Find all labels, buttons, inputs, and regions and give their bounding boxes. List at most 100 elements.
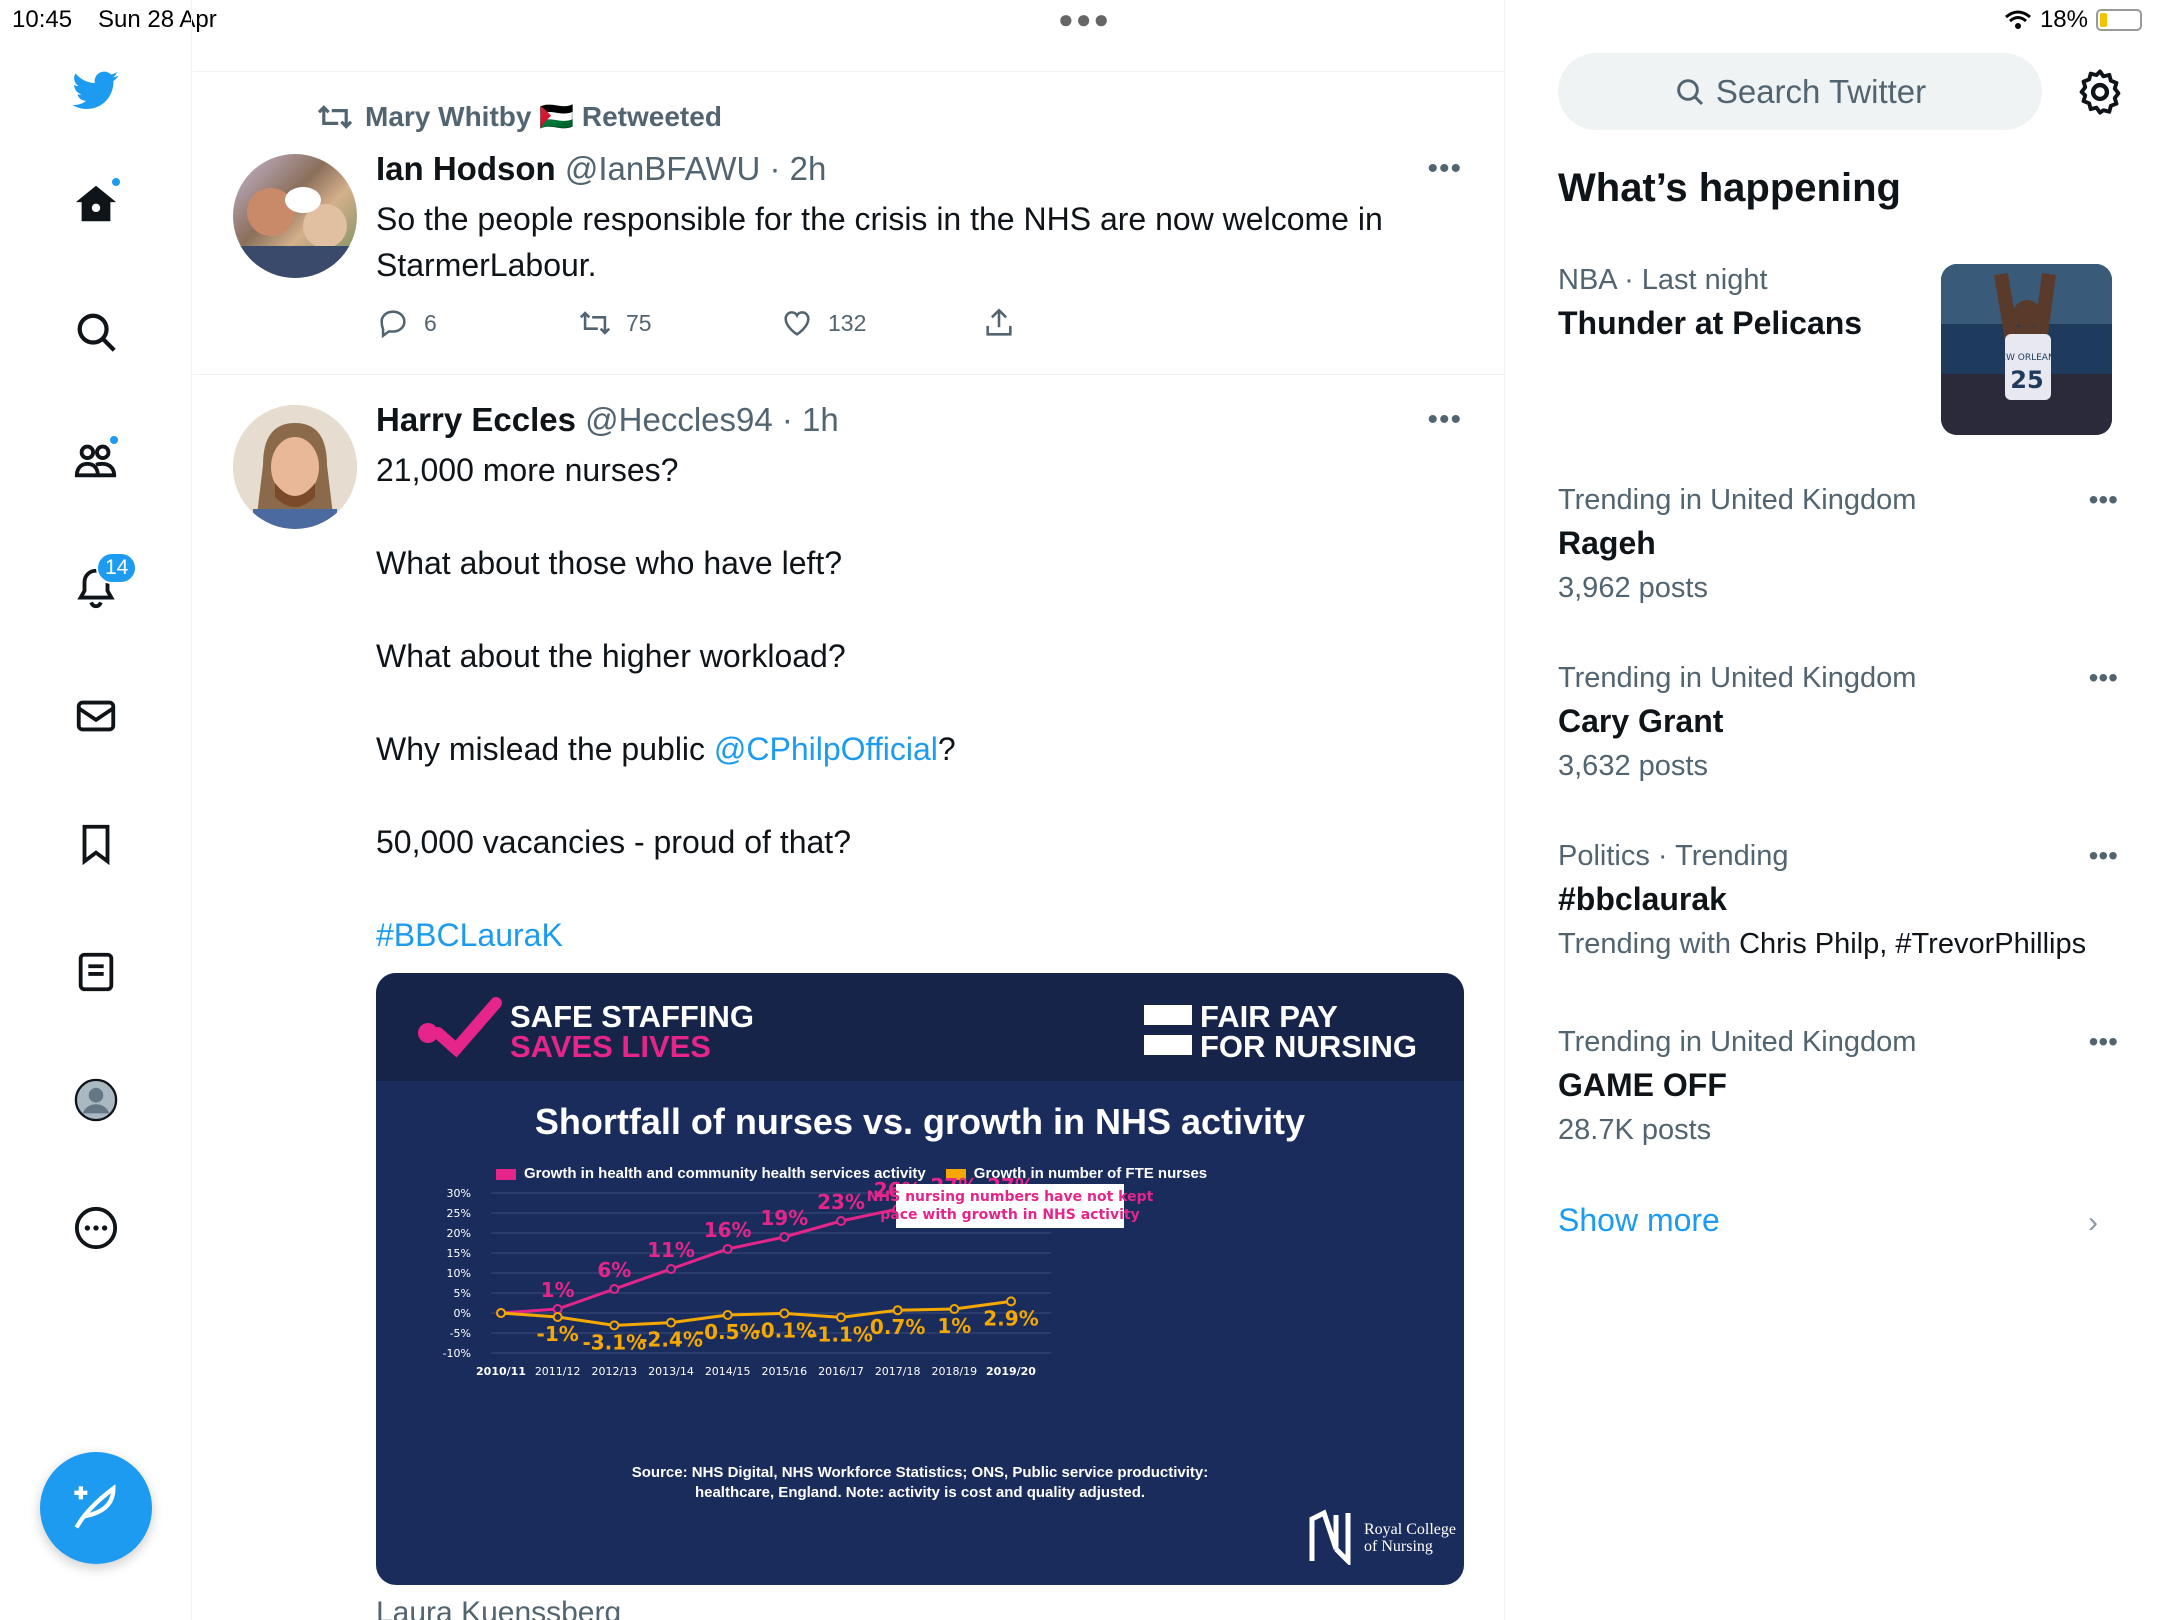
trend-thumbnail[interactable]: NEW ORLEANS 25 <box>1941 264 2112 435</box>
data-point <box>666 1264 676 1274</box>
x-tick-label: 2012/13 <box>591 1365 637 1378</box>
x-tick-label: 2015/16 <box>761 1365 807 1378</box>
search-icon[interactable] <box>70 306 122 358</box>
compose-feather-icon <box>74 1484 116 1529</box>
author-name[interactable]: Ian Hodson <box>376 150 556 187</box>
x-tick-label: 2019/20 <box>986 1365 1036 1378</box>
trend-with: Trending with Chris Philp, #TrevorPhilli… <box>1558 928 2118 961</box>
trend-item[interactable]: Politics · Trending #bbclaurak Trending … <box>1558 840 2118 961</box>
x-tick-label: 2018/19 <box>931 1365 977 1378</box>
home-icon[interactable] <box>70 176 122 230</box>
y-tick-label: 5% <box>454 1287 471 1300</box>
trend-name: #bbclaurak <box>1558 881 1727 917</box>
profile-avatar-icon[interactable] <box>70 1074 122 1126</box>
hashtag-link[interactable]: #BBCLauraK <box>376 912 1466 958</box>
line-suffix: ? <box>937 731 956 767</box>
like-button[interactable]: 132 <box>780 306 982 340</box>
trend-item[interactable]: Trending in United Kingdom GAME OFF 28.7… <box>1558 1026 2118 1147</box>
data-label: 11% <box>647 1238 695 1262</box>
trend-with-label: Trending with <box>1558 928 1740 960</box>
tweet-more-icon[interactable]: ••• <box>1427 152 1462 186</box>
trend-item[interactable]: Trending in United Kingdom Rageh 3,962 p… <box>1558 484 2118 605</box>
tweet-more-icon[interactable]: ••• <box>1427 403 1462 437</box>
trend-more-icon[interactable]: ••• <box>2089 484 2118 516</box>
chart-source: Source: NHS Digital, NHS Workforce Stati… <box>376 1463 1464 1503</box>
more-options-icon[interactable] <box>70 1202 122 1254</box>
reply-button[interactable]: 6 <box>376 306 578 340</box>
lists-icon[interactable] <box>70 946 122 998</box>
notifications-count-badge: 14 <box>96 552 138 584</box>
tweet-text: So the people responsible for the crisis… <box>376 201 1383 283</box>
x-tick-label: 2016/17 <box>818 1365 864 1378</box>
chevron-right-icon[interactable]: › <box>2088 1206 2098 1240</box>
reply-count: 6 <box>424 309 437 336</box>
trend-item[interactable]: Trending in United Kingdom Cary Grant 3,… <box>1558 662 2118 783</box>
messages-envelope-icon[interactable] <box>70 690 122 742</box>
trend-with-names[interactable]: Chris Philp, #TrevorPhillips <box>1739 928 2086 960</box>
tweet-text-line: What about the higher workload? <box>376 638 846 674</box>
data-point <box>722 1310 733 1320</box>
share-icon <box>986 308 1012 336</box>
trend-name: Rageh <box>1558 525 1656 561</box>
share-button[interactable] <box>982 306 1184 340</box>
left-navigation: 14 <box>0 0 192 1620</box>
retweeted-by-label[interactable]: Mary Whitby 🇵🇸 Retweeted <box>365 100 722 133</box>
data-label: -2.4% <box>639 1328 703 1352</box>
jersey-team: NEW ORLEANS <box>1994 353 2061 363</box>
avatar-harry-eccles[interactable] <box>233 405 357 529</box>
compose-tweet-button[interactable] <box>40 1452 152 1564</box>
communities-unread-dot <box>108 434 120 446</box>
x-tick-label: 2010/11 <box>476 1365 526 1378</box>
bookmark-icon[interactable] <box>70 818 122 870</box>
settings-gear-icon[interactable] <box>2074 66 2126 118</box>
data-point <box>609 1284 620 1294</box>
home-unread-dot <box>110 176 122 188</box>
trend-more-icon[interactable]: ••• <box>2089 662 2118 694</box>
trend-item[interactable]: NBA · Last night Thunder at Pelicans <box>1558 264 1938 342</box>
data-point <box>892 1305 903 1316</box>
org-line: of Nursing <box>1364 1538 1433 1555</box>
right-sidebar: Search Twitter What’s happening NBA · La… <box>1506 0 2160 1620</box>
y-tick-label: 0% <box>454 1307 471 1320</box>
x-tick-label: 2011/12 <box>535 1365 581 1378</box>
tweet-ian-hodson[interactable]: Mary Whitby 🇵🇸 Retweeted Ian Hodson @Ian… <box>193 72 1504 375</box>
tweet-actions: 6 75 132 <box>376 306 1184 340</box>
data-point <box>722 1244 733 1254</box>
data-label: 0.7% <box>870 1315 925 1339</box>
data-label: 6% <box>597 1258 631 1282</box>
data-point <box>496 1308 506 1318</box>
tweet-text-line: Why mislead the public @CPhilpOfficial? <box>376 726 1466 772</box>
notifications-bell-icon[interactable]: 14 <box>70 552 138 614</box>
retweet-action-icon <box>579 311 611 335</box>
next-tweet-author-peek: Laura Kuenssberg <box>376 1596 622 1620</box>
trend-more-icon[interactable]: ••• <box>2089 840 2118 872</box>
trend-name: Thunder at Pelicans <box>1558 305 1863 341</box>
retweet-button[interactable]: 75 <box>578 306 780 340</box>
line-prefix: Why mislead the public <box>376 731 714 767</box>
data-label: 1% <box>937 1314 971 1338</box>
data-point <box>666 1317 676 1328</box>
x-tick-label: 2017/18 <box>875 1365 921 1378</box>
data-point <box>779 1232 790 1242</box>
tweet-text-line: 21,000 more nurses? <box>376 452 679 488</box>
trend-count: 3,962 posts <box>1558 572 1708 604</box>
trend-more-icon[interactable]: ••• <box>2089 1026 2118 1058</box>
data-label: -1% <box>537 1322 579 1346</box>
trend-name: Cary Grant <box>1558 703 1724 739</box>
retweet-count: 75 <box>626 309 652 336</box>
avatar-ian-hodson[interactable] <box>233 154 357 278</box>
tweet-media-infographic[interactable]: SAFE STAFFING SAVES LIVES FAIR PAY FOR N… <box>376 973 1464 1585</box>
trend-category: Politics · Trending <box>1558 840 1789 872</box>
mention-link[interactable]: @CPhilpOfficial <box>714 731 938 767</box>
communities-icon[interactable] <box>70 434 122 486</box>
author-handle-time[interactable]: @IanBFAWU · 2h <box>565 150 827 187</box>
author-handle-time[interactable]: @Heccles94 · 1h <box>585 401 839 438</box>
author-name[interactable]: Harry Eccles <box>376 401 576 438</box>
show-more-link[interactable]: Show more <box>1558 1202 1720 1239</box>
twitter-logo-icon[interactable] <box>70 64 122 116</box>
search-input[interactable]: Search Twitter <box>1558 53 2042 130</box>
tweet-text-line: What about those who have left? <box>376 545 843 581</box>
tweet-text-line: 50,000 vacancies - proud of that? <box>376 824 851 860</box>
data-point <box>1006 1296 1016 1307</box>
source-line: healthcare, England. Note: activity is c… <box>694 1484 1146 1501</box>
